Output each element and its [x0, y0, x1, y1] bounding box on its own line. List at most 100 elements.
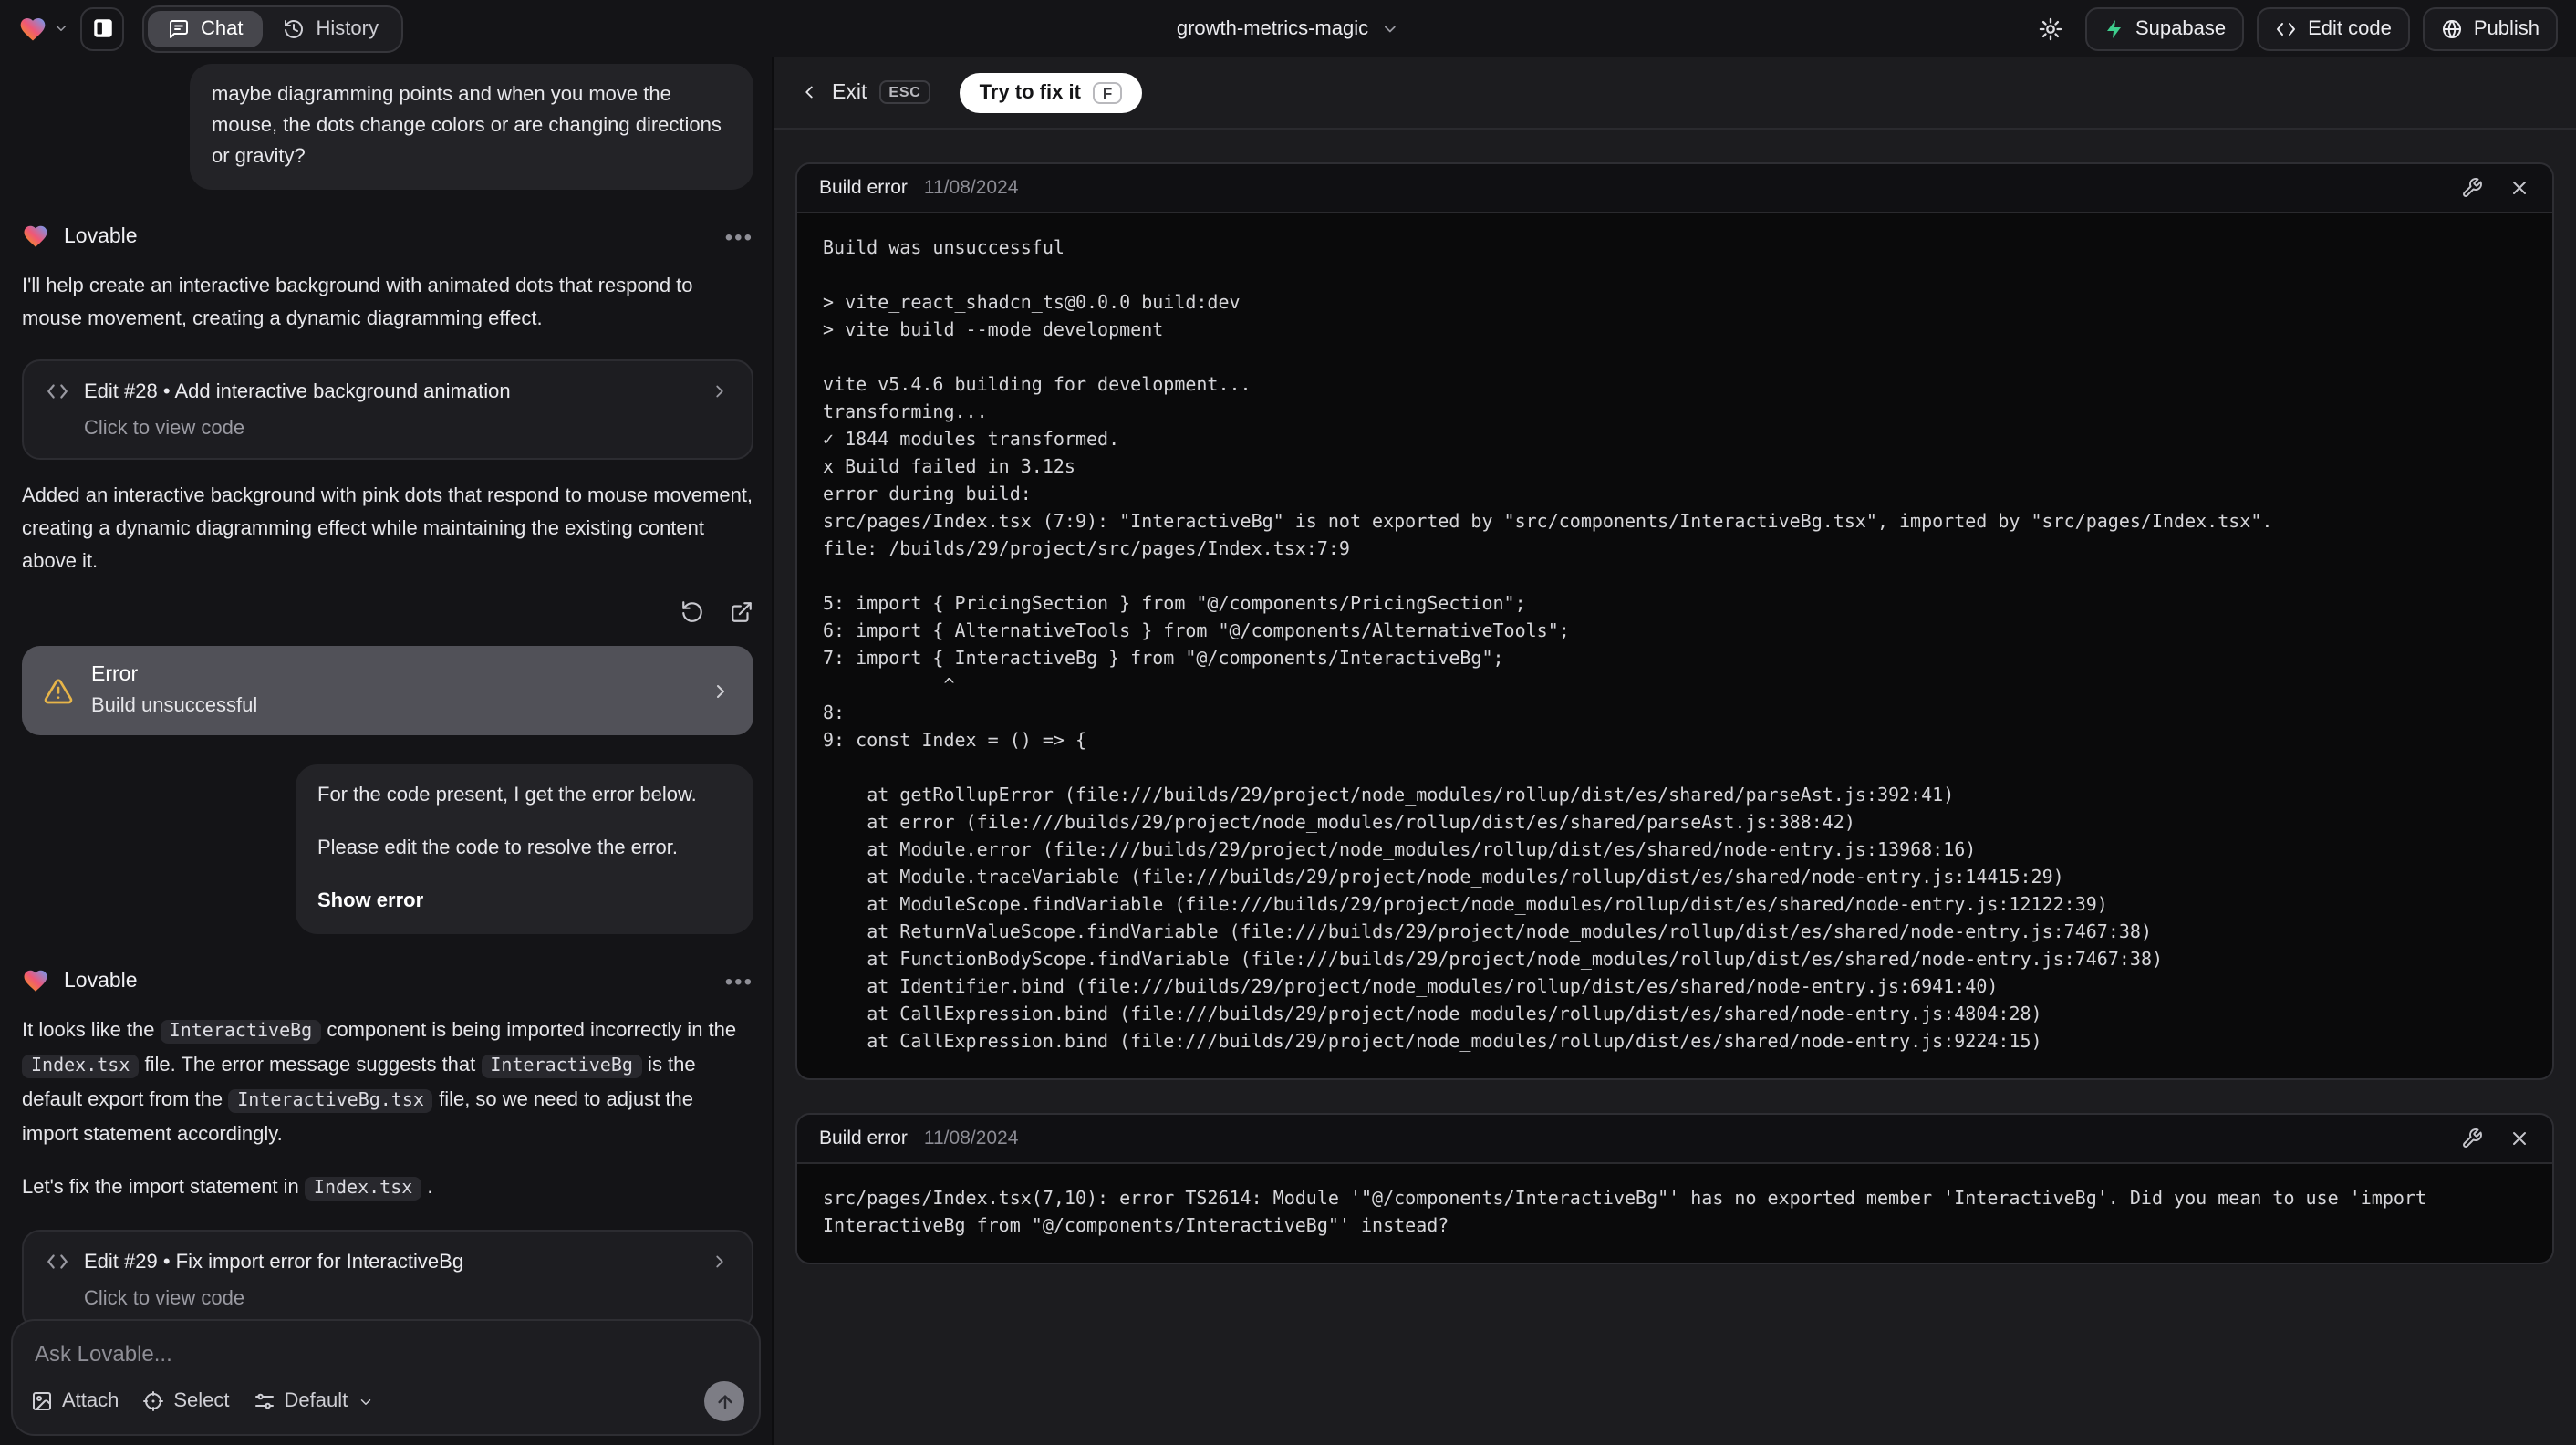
- publish-label: Publish: [2473, 17, 2540, 39]
- chevron-down-icon: [357, 1393, 373, 1409]
- tab-history[interactable]: History: [264, 10, 399, 47]
- more-options-icon[interactable]: •••: [725, 224, 753, 249]
- external-link-icon: [730, 600, 753, 624]
- assistant-message: It looks like the InteractiveBg componen…: [22, 1020, 737, 1146]
- fix-error-button[interactable]: [2461, 1128, 2483, 1149]
- mode-dropdown[interactable]: Default: [254, 1390, 374, 1412]
- try-to-fix-label: Try to fix it: [979, 81, 1081, 103]
- chat-message-list[interactable]: maybe diagramming points and when you mo…: [0, 57, 772, 1445]
- close-icon: [2508, 177, 2530, 199]
- chevron-down-icon: [53, 20, 69, 36]
- sidebar-toggle-button[interactable]: [80, 6, 124, 50]
- error-card-list: Build error 11/08/2024 Build was unsucce…: [774, 130, 2576, 1297]
- target-icon: [142, 1390, 164, 1412]
- close-error-button[interactable]: [2508, 1128, 2530, 1149]
- exit-label: Exit: [832, 81, 867, 103]
- edit-28-card[interactable]: Edit #28 • Add interactive background an…: [22, 359, 753, 460]
- edit-card-title: Edit #29 • Fix import error for Interact…: [84, 1251, 464, 1273]
- code-brackets-icon: [46, 379, 69, 403]
- user-message: maybe diagramming points and when you mo…: [190, 64, 753, 190]
- chevron-right-icon: [710, 680, 732, 702]
- supabase-bolt-icon: [2103, 17, 2124, 39]
- assistant-message: Added an interactive background with pin…: [22, 485, 753, 573]
- build-error-title: Build error: [819, 1128, 908, 1149]
- restore-button[interactable]: [680, 600, 704, 624]
- user-message-text: Please edit the code to resolve the erro…: [317, 837, 679, 859]
- gear-icon: [2037, 16, 2062, 41]
- user-message-text: For the code present, I get the error be…: [317, 785, 697, 806]
- user-message: For the code present, I get the error be…: [296, 764, 753, 934]
- supabase-label: Supabase: [2135, 17, 2227, 39]
- supabase-button[interactable]: Supabase: [2084, 6, 2245, 50]
- edit-code-label: Edit code: [2308, 17, 2392, 39]
- assistant-header: Lovable •••: [22, 967, 753, 994]
- fix-kbd: F: [1093, 81, 1122, 103]
- error-panel: Exit ESC Try to fix it F Build error 11/…: [772, 57, 2576, 1445]
- error-banner-title: Error: [91, 664, 139, 686]
- close-error-button[interactable]: [2508, 177, 2530, 199]
- fix-error-button[interactable]: [2461, 177, 2483, 199]
- build-error-date: 11/08/2024: [923, 177, 1019, 199]
- edit-card-subtitle: Click to view code: [84, 1288, 245, 1310]
- assistant-name: Lovable: [64, 225, 138, 247]
- app: Chat History growth-metrics-magic Supaba…: [0, 0, 2576, 1445]
- topbar: Chat History growth-metrics-magic Supaba…: [0, 0, 2576, 57]
- edit-29-card[interactable]: Edit #29 • Fix import error for Interact…: [22, 1230, 753, 1330]
- arrow-up-icon: [714, 1391, 734, 1411]
- chevron-left-icon: [799, 82, 819, 102]
- assistant-message: Let's fix the import statement in Index.…: [22, 1177, 433, 1201]
- error-banner-subtitle: Build unsuccessful: [91, 695, 258, 717]
- assistant-header: Lovable •••: [22, 223, 753, 250]
- exit-button[interactable]: Exit ESC: [799, 80, 930, 104]
- user-message-text: maybe diagramming points and when you mo…: [212, 84, 722, 168]
- assistant-message: I'll help create an interactive backgrou…: [22, 275, 693, 330]
- message-square-icon: [168, 17, 190, 39]
- try-to-fix-button[interactable]: Try to fix it F: [959, 72, 1142, 112]
- attach-button[interactable]: Attach: [31, 1390, 119, 1412]
- build-error-card-1: Build error 11/08/2024 Build was unsucce…: [795, 162, 2554, 1080]
- edit-card-subtitle: Click to view code: [84, 418, 245, 440]
- code-brackets-icon: [2275, 17, 2297, 39]
- wrench-icon: [2461, 1128, 2483, 1149]
- chevron-right-icon: [710, 381, 730, 401]
- edit-card-title: Edit #28 • Add interactive background an…: [84, 380, 511, 402]
- chat-input[interactable]: Ask Lovable...: [35, 1341, 172, 1367]
- project-switcher[interactable]: growth-metrics-magic: [1177, 17, 1399, 39]
- mode-label: Default: [284, 1390, 348, 1412]
- lovable-heart-logo: [18, 14, 47, 43]
- project-name: growth-metrics-magic: [1176, 17, 1369, 39]
- chevron-right-icon: [710, 1252, 730, 1272]
- error-banner[interactable]: Error Build unsuccessful: [22, 646, 753, 735]
- wrench-icon: [2461, 177, 2483, 199]
- select-button[interactable]: Select: [142, 1390, 230, 1412]
- send-button[interactable]: [704, 1381, 744, 1421]
- edit-code-button[interactable]: Edit code: [2257, 6, 2410, 50]
- message-actions: [22, 600, 753, 624]
- tab-chat-label: Chat: [201, 17, 244, 39]
- esc-kbd: ESC: [879, 80, 930, 104]
- settings-button[interactable]: [2028, 6, 2072, 50]
- chat-sidebar: maybe diagramming points and when you mo…: [0, 57, 772, 1445]
- more-options-icon[interactable]: •••: [725, 968, 753, 993]
- error-panel-header: Exit ESC Try to fix it F: [774, 57, 2576, 128]
- build-error-title: Build error: [819, 177, 908, 199]
- build-error-log[interactable]: Build was unsuccessful > vite_react_shad…: [823, 235, 2527, 1056]
- warning-triangle-icon: [44, 676, 73, 705]
- lovable-logo-menu[interactable]: [18, 14, 69, 43]
- build-error-card-2: Build error 11/08/2024 src/pages/Index.t…: [795, 1113, 2554, 1264]
- sliders-icon: [254, 1390, 275, 1412]
- close-icon: [2508, 1128, 2530, 1149]
- build-error-log[interactable]: src/pages/Index.tsx(7,10): error TS2614:…: [823, 1186, 2527, 1241]
- open-preview-button[interactable]: [730, 600, 753, 624]
- publish-button[interactable]: Publish: [2422, 6, 2558, 50]
- select-label: Select: [173, 1390, 230, 1412]
- tab-chat[interactable]: Chat: [148, 10, 264, 47]
- lovable-heart-logo: [22, 967, 49, 994]
- panel-left-icon: [90, 16, 114, 40]
- code-brackets-icon: [46, 1250, 69, 1273]
- rotate-ccw-icon: [680, 600, 704, 624]
- attach-label: Attach: [62, 1390, 119, 1412]
- tab-history-label: History: [316, 17, 379, 39]
- show-error-link[interactable]: Show error: [317, 887, 732, 918]
- globe-icon: [2441, 17, 2463, 39]
